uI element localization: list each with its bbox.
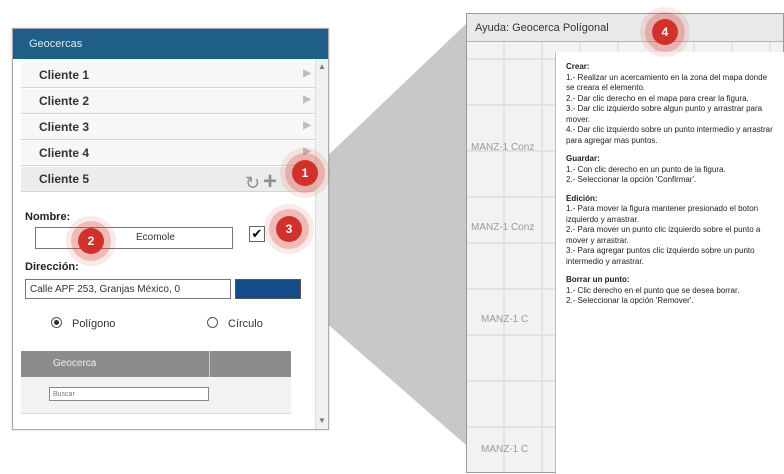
client-row-4[interactable]: Cliente 4 ▶ <box>21 141 315 166</box>
column-geofence[interactable]: Geocerca <box>53 351 96 377</box>
map-label: MANZ-1 C <box>481 444 529 455</box>
client-row-1[interactable]: Cliente 1 ▶ <box>21 63 315 88</box>
client-row-2[interactable]: Cliente 2 ▶ <box>21 89 315 114</box>
panel-title: Geocercas <box>13 29 328 59</box>
help-window: Ayuda: Geocerca Polígonal MANZ-1 Conz MA… <box>466 13 784 474</box>
radio-unselected-icon <box>207 317 218 328</box>
radio-polygon-label: Polígono <box>72 318 116 330</box>
panel-scrollbar[interactable]: ▲ ▼ <box>315 59 328 429</box>
client-label: Cliente 5 <box>39 172 90 186</box>
scroll-down-icon[interactable]: ▼ <box>316 415 328 427</box>
address-label: Dirección: <box>25 261 79 273</box>
client-label: Cliente 3 <box>39 120 90 134</box>
column-divider <box>209 351 210 377</box>
filter-input[interactable]: Buscar <box>49 387 209 401</box>
address-field[interactable]: Calle APF 253, Granjas México, 0 <box>25 279 231 299</box>
help-delete-step: 2.- Seleccionar la opción 'Remover'. <box>566 296 694 305</box>
radio-selected-icon <box>51 317 62 328</box>
client-label: Cliente 2 <box>39 94 90 108</box>
chevron-right-icon: ▶ <box>303 68 311 79</box>
callout-badge-2: 2 <box>78 228 104 254</box>
help-delete-step: 1.- Clic derecho en el punto que se dese… <box>566 285 740 295</box>
help-edit-step: 1.- Para mover la figura mantener presio… <box>566 204 759 224</box>
radio-polygon[interactable]: Polígono <box>51 317 115 330</box>
help-save-step: 1.- Con clic derecho en un punto de la f… <box>566 164 726 174</box>
help-save-title: Guardar: <box>566 154 600 163</box>
callout-badge-3: 3 <box>276 216 302 242</box>
help-content: Crear: 1.- Realizar un acercamiento en l… <box>555 52 784 474</box>
help-edit-step: 2.- Para mover un punto clic izquierdo s… <box>566 225 761 245</box>
client-label: Cliente 1 <box>39 68 90 82</box>
geofence-table-header: Geocerca <box>21 351 291 377</box>
help-delete-title: Borrar un punto: <box>566 275 630 284</box>
table-filter-row: Buscar <box>21 377 291 414</box>
callout-badge-1: 1 <box>292 160 318 186</box>
help-create-step: 2.- Dar clic derecho en el mapa para cre… <box>566 93 749 103</box>
help-create-title: Crear: <box>566 62 590 71</box>
chevron-right-icon: ▶ <box>303 94 311 105</box>
chevron-right-icon: ▶ <box>303 146 311 157</box>
client-row-3[interactable]: Cliente 3 ▶ <box>21 115 315 140</box>
confirm-checkbox[interactable]: ✔ <box>249 226 265 242</box>
help-window-title: Ayuda: Geocerca Polígonal <box>467 14 783 42</box>
radio-circle[interactable]: Círculo <box>207 317 263 330</box>
help-create-step: 3.- Dar clic izquierdo sobre algun punto… <box>566 104 763 124</box>
map-label: MANZ-1 Conz <box>471 142 535 153</box>
help-save-step: 2.- Seleccionar la opción 'Confirmar'. <box>566 175 697 184</box>
help-edit-title: Edición: <box>566 193 598 203</box>
scroll-up-icon[interactable]: ▲ <box>316 61 328 73</box>
client-label: Cliente 4 <box>39 146 90 160</box>
radio-circle-label: Círculo <box>228 318 263 330</box>
map-label: MANZ-1 C <box>481 314 529 325</box>
name-label: Nombre: <box>25 211 71 223</box>
add-icon[interactable]: + <box>263 168 277 196</box>
callout-badge-4: 4 <box>652 19 678 45</box>
map-label: MANZ-1 Conz <box>471 222 535 233</box>
color-picker[interactable] <box>235 279 301 299</box>
name-field[interactable]: Ecomole <box>35 227 233 249</box>
refresh-icon[interactable]: ↻ <box>245 173 260 194</box>
help-create-step: 4.- Dar clic izquierdo sobre un punto in… <box>566 125 773 145</box>
help-create-step: 1.- Realizar un acercamiento en la zona … <box>566 72 768 93</box>
help-edit-step: 3.- Para agregar puntos clic izquierdo s… <box>566 246 755 266</box>
geofence-form: Nombre: Ecomole ✔ Dirección: Calle APF 2… <box>21 199 315 349</box>
chevron-right-icon: ▶ <box>303 120 311 131</box>
